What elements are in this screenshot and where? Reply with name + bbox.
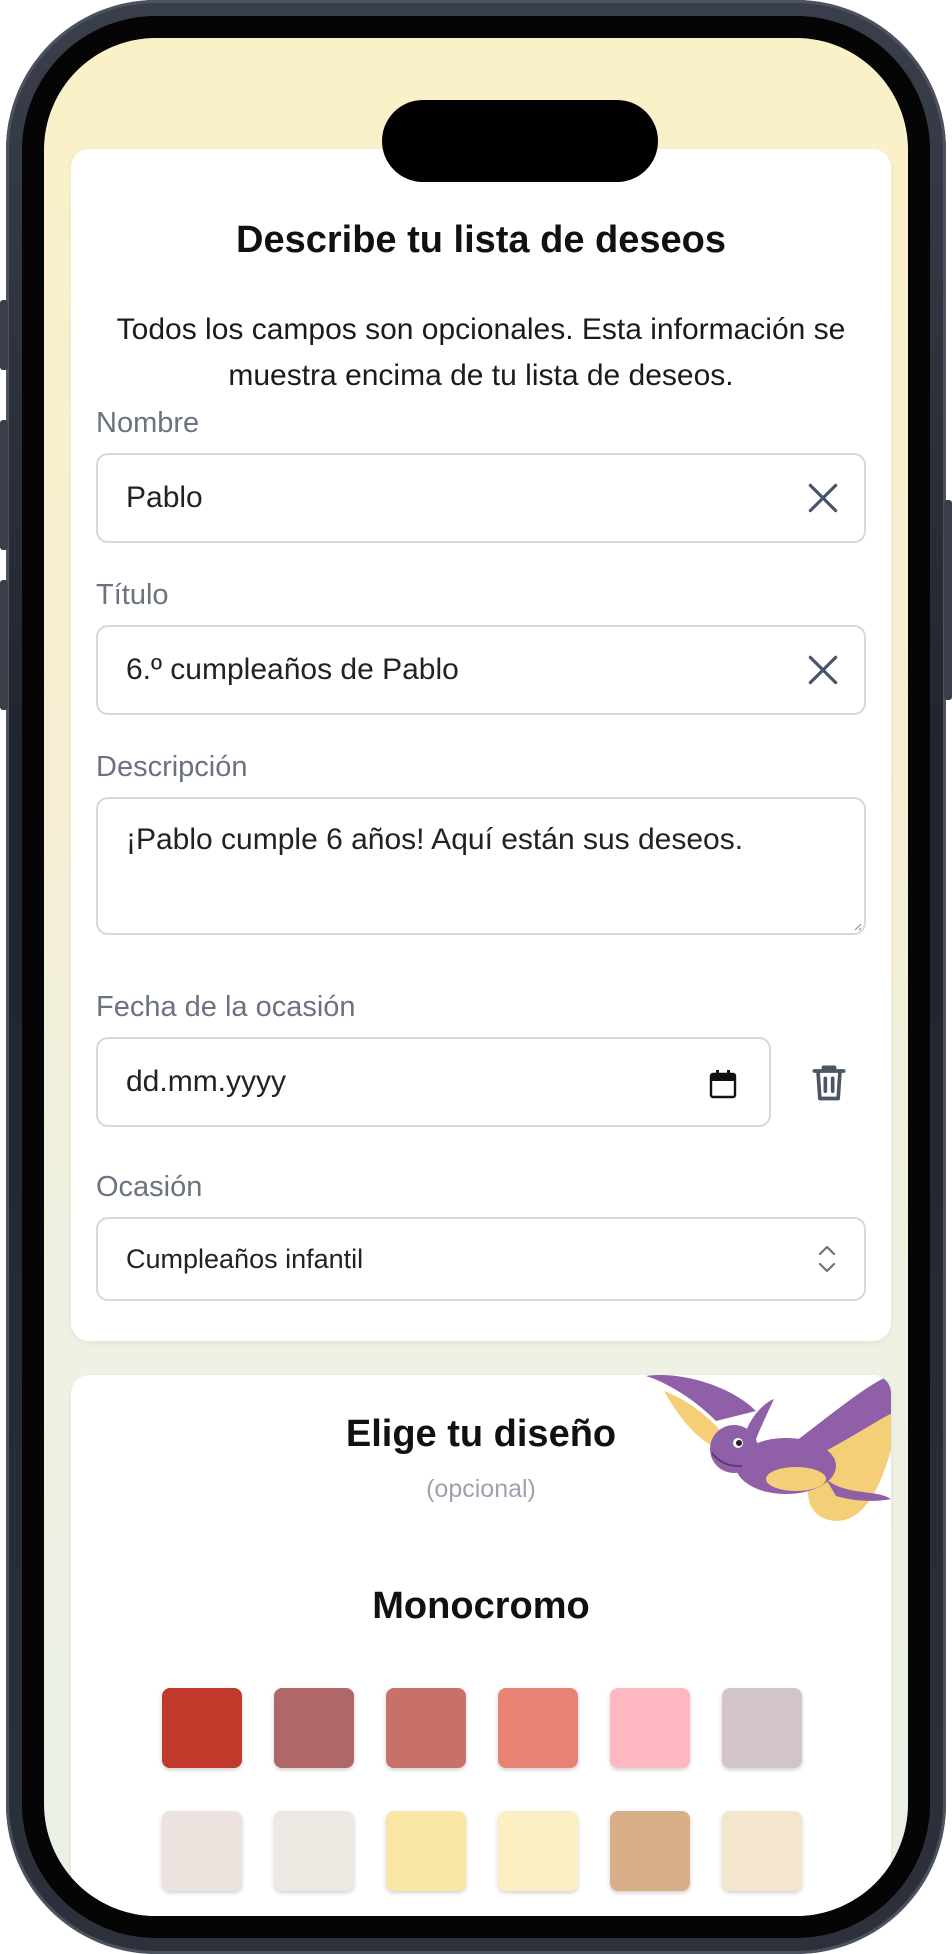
color-swatch[interactable] bbox=[722, 1811, 802, 1891]
occasion-select[interactable]: Cumpleaños infantil bbox=[96, 1217, 866, 1301]
chevron-up-down-icon bbox=[818, 1245, 836, 1273]
resize-grip-icon[interactable] bbox=[852, 921, 862, 931]
volume-down-button bbox=[0, 580, 8, 710]
phone-screen: Describe tu lista de deseos Todos los ca… bbox=[44, 38, 908, 1916]
occasion-value: Cumpleaños infantil bbox=[126, 1244, 364, 1274]
wishlist-details-card: Describe tu lista de deseos Todos los ca… bbox=[71, 149, 891, 1341]
description-textarea[interactable]: ¡Pablo cumple 6 años! Aquí están sus des… bbox=[96, 797, 866, 935]
name-value: Pablo bbox=[126, 481, 203, 514]
color-swatch[interactable] bbox=[274, 1688, 354, 1768]
color-swatch[interactable] bbox=[498, 1688, 578, 1768]
color-swatch[interactable] bbox=[610, 1688, 690, 1768]
intro-text: Todos los campos son opcionales. Esta in… bbox=[116, 313, 846, 392]
color-swatch[interactable] bbox=[386, 1811, 466, 1891]
color-swatch[interactable] bbox=[722, 1688, 802, 1768]
color-swatch[interactable] bbox=[386, 1688, 466, 1768]
date-placeholder: dd.mm.yyyy bbox=[126, 1065, 287, 1098]
title-field[interactable]: 6.º cumpleaños de Pablo bbox=[96, 625, 866, 715]
color-swatch[interactable] bbox=[610, 1811, 690, 1891]
volume-up-button bbox=[0, 420, 8, 550]
calendar-icon[interactable] bbox=[709, 1069, 737, 1099]
color-swatch[interactable] bbox=[162, 1811, 242, 1891]
color-swatch[interactable] bbox=[162, 1688, 242, 1768]
card-title: Describe tu lista de deseos bbox=[236, 219, 726, 261]
title-value: 6.º cumpleaños de Pablo bbox=[126, 653, 459, 686]
trash-icon[interactable] bbox=[807, 1060, 851, 1104]
power-button bbox=[944, 500, 952, 700]
occasion-label: Ocasión bbox=[96, 1171, 203, 1203]
design-card: Elige tu diseño (opcional) Monocromo bbox=[71, 1375, 891, 1916]
title-label: Título bbox=[96, 579, 169, 611]
action-button bbox=[0, 300, 8, 370]
name-field[interactable]: Pablo bbox=[96, 453, 866, 543]
monochrome-section-title: Monocromo bbox=[372, 1585, 590, 1627]
design-subtitle: (opcional) bbox=[426, 1475, 536, 1503]
phone-frame: Describe tu lista de deseos Todos los ca… bbox=[0, 0, 952, 1954]
date-field[interactable]: dd.mm.yyyy bbox=[96, 1037, 771, 1127]
color-swatch[interactable] bbox=[498, 1811, 578, 1891]
description-label: Descripción bbox=[96, 751, 248, 783]
dynamic-island bbox=[382, 100, 658, 182]
date-label: Fecha de la ocasión bbox=[96, 991, 356, 1023]
name-label: Nombre bbox=[96, 407, 200, 439]
clear-title-icon[interactable] bbox=[804, 651, 842, 689]
design-title: Elige tu diseño bbox=[345, 1413, 617, 1455]
clear-name-icon[interactable] bbox=[804, 479, 842, 517]
color-swatch[interactable] bbox=[274, 1811, 354, 1891]
description-value: ¡Pablo cumple 6 años! Aquí están sus des… bbox=[126, 823, 744, 856]
